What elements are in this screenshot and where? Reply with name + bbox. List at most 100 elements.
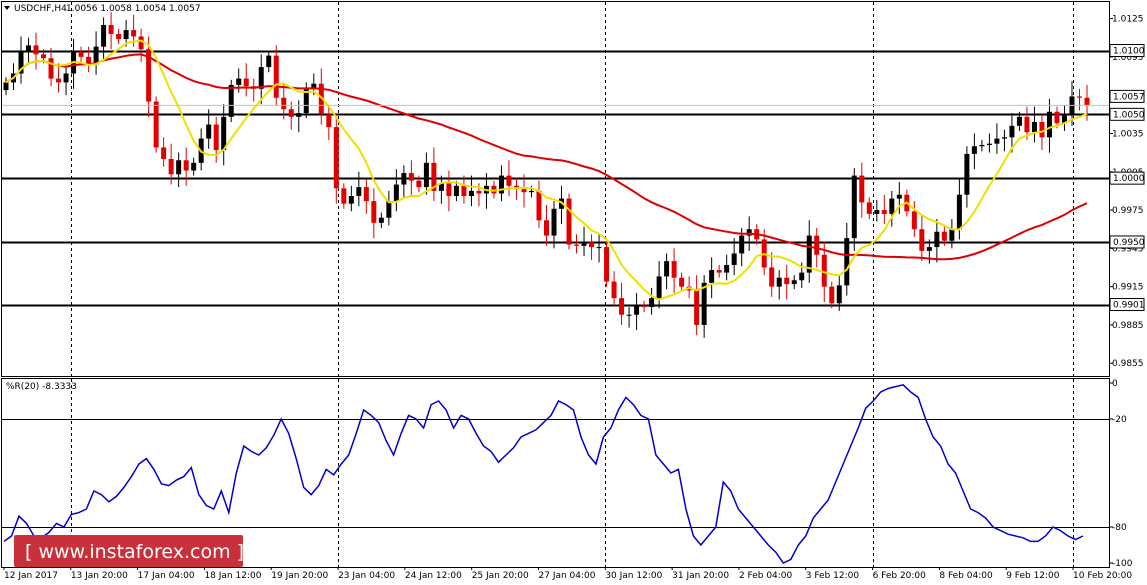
time-tick-label: 12 Jan 2017 bbox=[4, 571, 58, 581]
candle-body bbox=[1024, 116, 1030, 133]
price-tick-label: 1.0035 bbox=[1112, 129, 1144, 139]
candle-body bbox=[348, 196, 354, 204]
candle-body bbox=[56, 78, 62, 83]
candle-body bbox=[176, 160, 182, 175]
level-price-label: 0.9901 bbox=[1113, 301, 1145, 311]
candle-body bbox=[476, 190, 482, 194]
candle-body bbox=[206, 124, 212, 139]
candle-body bbox=[3, 82, 9, 91]
time-tick-label: 9 Feb 12:00 bbox=[1006, 571, 1060, 581]
wpr-tick-label: -20 bbox=[1112, 415, 1127, 425]
watermark: [ www.instaforex.com ] bbox=[14, 535, 244, 567]
candle-body bbox=[296, 113, 302, 117]
candle-body bbox=[468, 190, 474, 197]
candle-body bbox=[941, 231, 947, 241]
candle-body bbox=[41, 54, 47, 59]
candle-body bbox=[33, 45, 39, 55]
candle-body bbox=[814, 235, 820, 255]
candle-body bbox=[63, 73, 69, 83]
time-tick-label: 25 Jan 20:00 bbox=[472, 571, 529, 581]
candle-body bbox=[1001, 137, 1007, 139]
candle-body bbox=[799, 272, 805, 281]
candle-body bbox=[363, 187, 369, 202]
candle-body bbox=[566, 198, 572, 245]
candle-body bbox=[589, 241, 595, 248]
candle-body bbox=[619, 298, 625, 315]
candle-body bbox=[408, 173, 414, 181]
current-price-label: 1.0057 bbox=[1113, 92, 1145, 102]
indicator-label: %R(20) -8.3333 bbox=[6, 382, 77, 392]
price-tick-label: 0.9855 bbox=[1112, 359, 1144, 369]
candle-body bbox=[401, 173, 407, 185]
candle-body bbox=[371, 201, 377, 223]
candle-body bbox=[994, 138, 1000, 144]
candle-body bbox=[1054, 111, 1060, 124]
candle-body bbox=[461, 185, 467, 197]
time-tick-label: 19 Jan 20:00 bbox=[271, 571, 328, 581]
candle-body bbox=[78, 51, 84, 57]
candle-body bbox=[611, 281, 617, 299]
candle-body bbox=[356, 187, 362, 197]
candle-body bbox=[243, 78, 249, 87]
candle-body bbox=[701, 282, 707, 325]
candle-body bbox=[656, 276, 662, 299]
candle-body bbox=[949, 229, 955, 241]
candle-body bbox=[664, 261, 670, 277]
price-tick-label: 0.9885 bbox=[1112, 321, 1144, 331]
time-tick-label: 17 Jan 04:00 bbox=[138, 571, 195, 581]
candle-body bbox=[581, 241, 587, 246]
time-tick-label: 30 Jan 12:00 bbox=[605, 571, 662, 581]
candle-body bbox=[221, 116, 227, 151]
candle-body bbox=[919, 229, 925, 251]
candle-body bbox=[1009, 125, 1015, 138]
level-price-label: 1.0100 bbox=[1113, 47, 1145, 57]
candle-body bbox=[326, 114, 332, 128]
candle-body bbox=[709, 270, 715, 283]
candle-body bbox=[769, 267, 775, 287]
candle-body bbox=[829, 286, 835, 304]
candle-body bbox=[1076, 96, 1082, 98]
candle-body bbox=[446, 183, 452, 197]
candle-body bbox=[506, 175, 512, 186]
time-tick-label: 13 Jan 20:00 bbox=[71, 571, 128, 581]
candle-body bbox=[1039, 121, 1045, 138]
candle-body bbox=[724, 264, 730, 273]
candle-body bbox=[288, 109, 294, 117]
candle-body bbox=[634, 305, 640, 315]
candle-body bbox=[311, 83, 317, 88]
candle-body bbox=[596, 247, 602, 249]
price-chart[interactable]: 1.01251.00951.00651.00351.00050.99750.99… bbox=[0, 0, 1147, 585]
time-tick-label: 6 Feb 20:00 bbox=[873, 571, 927, 581]
price-tick-label: 0.9915 bbox=[1112, 283, 1144, 293]
time-tick-label: 31 Jan 20:00 bbox=[672, 571, 729, 581]
candle-body bbox=[649, 298, 655, 308]
wpr-tick-label: -100 bbox=[1112, 559, 1133, 569]
candle-body bbox=[393, 184, 399, 202]
candle-body bbox=[153, 101, 159, 148]
level-price-label: 1.0000 bbox=[1113, 174, 1145, 184]
candle-body bbox=[956, 194, 962, 230]
candle-body bbox=[236, 78, 242, 85]
candle-body bbox=[108, 24, 114, 34]
candle-body bbox=[1046, 111, 1052, 138]
candle-body bbox=[791, 280, 797, 285]
time-tick-label: 3 Feb 12:00 bbox=[806, 571, 860, 581]
wpr-tick-label: 0 bbox=[1112, 379, 1118, 389]
time-tick-label: 24 Jan 12:00 bbox=[405, 571, 462, 581]
candle-body bbox=[513, 185, 519, 188]
candle-body bbox=[986, 143, 992, 145]
candle-body bbox=[1031, 121, 1037, 133]
candle-body bbox=[281, 97, 287, 110]
candle-body bbox=[416, 180, 422, 188]
candle-body bbox=[1069, 96, 1075, 116]
time-tick-label: 27 Jan 04:00 bbox=[539, 571, 596, 581]
candle-body bbox=[739, 235, 745, 254]
candle-body bbox=[716, 270, 722, 273]
time-tick-label: 23 Jan 04:00 bbox=[338, 571, 395, 581]
candle-body bbox=[964, 153, 970, 195]
time-tick-label: 2 Feb 04:00 bbox=[739, 571, 793, 581]
candle-body bbox=[911, 211, 917, 230]
price-tick-label: 0.9975 bbox=[1112, 206, 1144, 216]
chart-background bbox=[0, 0, 1147, 585]
candle-body bbox=[671, 261, 677, 278]
